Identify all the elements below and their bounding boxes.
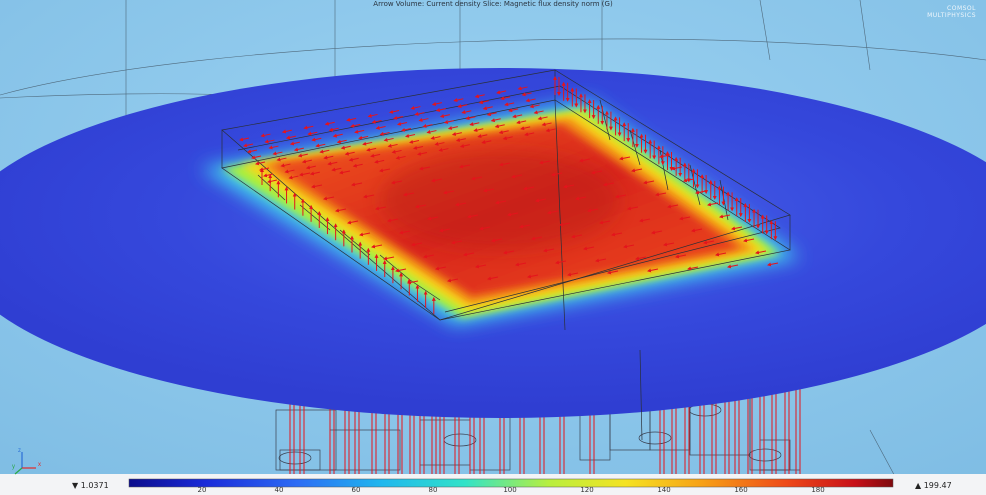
logo-line1: COMSOL (947, 5, 976, 12)
colorbar-tick-label: 60 (351, 486, 361, 494)
colorbar-tick-label: 100 (503, 486, 517, 494)
colorbar-tick-label: 160 (734, 486, 748, 494)
axis-z-label: z (18, 448, 21, 454)
colorbar-tick-label: 20 (197, 486, 207, 494)
3d-graphics-viewport[interactable]: Arrow Volume: Current density Slice: Mag… (0, 0, 986, 495)
axis-y-label: y (12, 464, 15, 470)
axis-triad-labels: z y x (8, 448, 48, 474)
colorbar-ticks: 20 40 60 80 100 120 140 160 180 (0, 486, 986, 495)
scene-canvas[interactable] (0, 0, 986, 495)
logo-line2: MULTIPHYSICS (927, 12, 976, 19)
colorbar-tick-label: 120 (580, 486, 594, 494)
axis-x-label: x (38, 462, 41, 468)
colorbar-tick-label: 80 (428, 486, 438, 494)
colorbar-tick-label: 180 (811, 486, 825, 494)
plot-title: Arrow Volume: Current density Slice: Mag… (373, 0, 613, 8)
colorbar-tick-label: 140 (657, 486, 671, 494)
comsol-logo: COMSOL MULTIPHYSICS (914, 5, 976, 19)
colorbar-tick-label: 40 (274, 486, 284, 494)
